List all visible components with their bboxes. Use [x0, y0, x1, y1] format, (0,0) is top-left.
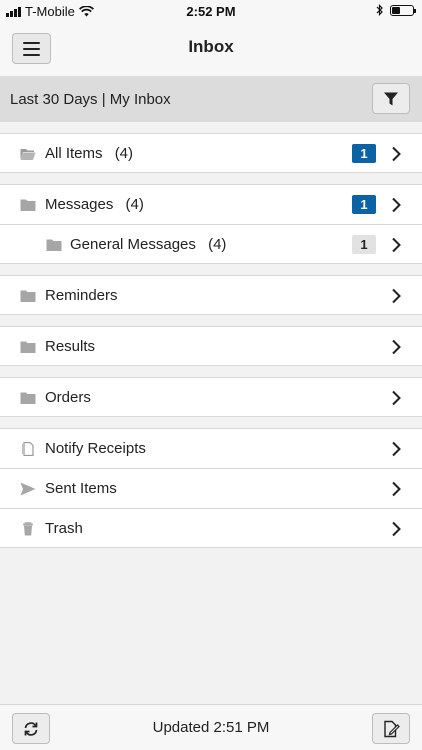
updated-timestamp: Updated 2:51 PM: [152, 719, 270, 736]
app-header: Inbox: [0, 22, 422, 76]
folder-row-sent-items[interactable]: Sent Items: [0, 468, 422, 508]
trash-icon: [23, 522, 33, 536]
folder-label: Messages: [45, 196, 114, 213]
compose-icon: [384, 720, 400, 737]
folder-row-orders[interactable]: Orders: [0, 377, 422, 417]
folder-list: All Items (4) 1 Messages (4) 1 General M…: [0, 122, 422, 548]
folder-label: Orders: [45, 389, 91, 406]
chevron-right-icon: [392, 521, 401, 537]
unread-badge: 1: [352, 144, 376, 163]
folder-row-general-messages[interactable]: General Messages (4) 1: [0, 224, 422, 264]
filter-button[interactable]: [372, 83, 410, 114]
filter-label: Last 30 Days | My Inbox: [10, 91, 171, 108]
folder-label: Trash: [45, 520, 83, 537]
unread-badge: 1: [352, 235, 376, 254]
chevron-right-icon: [392, 481, 401, 497]
chevron-right-icon: [392, 197, 401, 213]
folder-count: (4): [114, 145, 134, 162]
chevron-right-icon: [392, 390, 401, 406]
folder-row-notify-receipts[interactable]: Notify Receipts: [0, 428, 422, 468]
folder-count: (4): [125, 196, 144, 213]
bluetooth-icon: [376, 4, 383, 16]
status-time: 2:52 PM: [186, 4, 236, 19]
chevron-right-icon: [392, 237, 401, 253]
folder-row-all-items[interactable]: All Items (4) 1: [0, 133, 422, 173]
folder-row-messages[interactable]: Messages (4) 1: [0, 184, 422, 224]
folder-row-results[interactable]: Results: [0, 326, 422, 366]
send-icon: [20, 482, 36, 496]
footer-bar: Updated 2:51 PM: [0, 704, 422, 750]
chevron-right-icon: [392, 441, 401, 457]
folder-icon: [20, 341, 36, 353]
status-right: [376, 4, 416, 16]
folder-label: All Items: [45, 145, 103, 162]
page-title: Inbox: [188, 37, 234, 56]
unread-badge: 1: [352, 195, 376, 214]
document-icon: [22, 442, 34, 456]
folder-label: Reminders: [45, 287, 118, 304]
folder-row-reminders[interactable]: Reminders: [0, 275, 422, 315]
chevron-right-icon: [392, 288, 401, 304]
filter-bar: Last 30 Days | My Inbox: [0, 76, 422, 122]
battery-icon: [390, 4, 416, 16]
folder-label: General Messages: [70, 236, 196, 253]
folder-icon: [20, 392, 36, 404]
chevron-right-icon: [392, 339, 401, 355]
folder-label: Notify Receipts: [45, 440, 146, 457]
folder-label: Results: [45, 338, 96, 355]
folder-label: Sent Items: [45, 480, 117, 497]
folder-icon: [46, 239, 62, 251]
folder-icon: [20, 199, 36, 211]
folder-open-icon: [20, 149, 36, 160]
folder-icon: [20, 290, 36, 302]
folder-count: (4): [208, 236, 227, 253]
folder-row-trash[interactable]: Trash: [0, 508, 422, 548]
filter-funnel-icon: [384, 92, 398, 105]
chevron-right-icon: [392, 146, 401, 162]
status-bar: T-Mobile 2:52 PM: [0, 0, 422, 22]
compose-button[interactable]: [372, 713, 410, 744]
